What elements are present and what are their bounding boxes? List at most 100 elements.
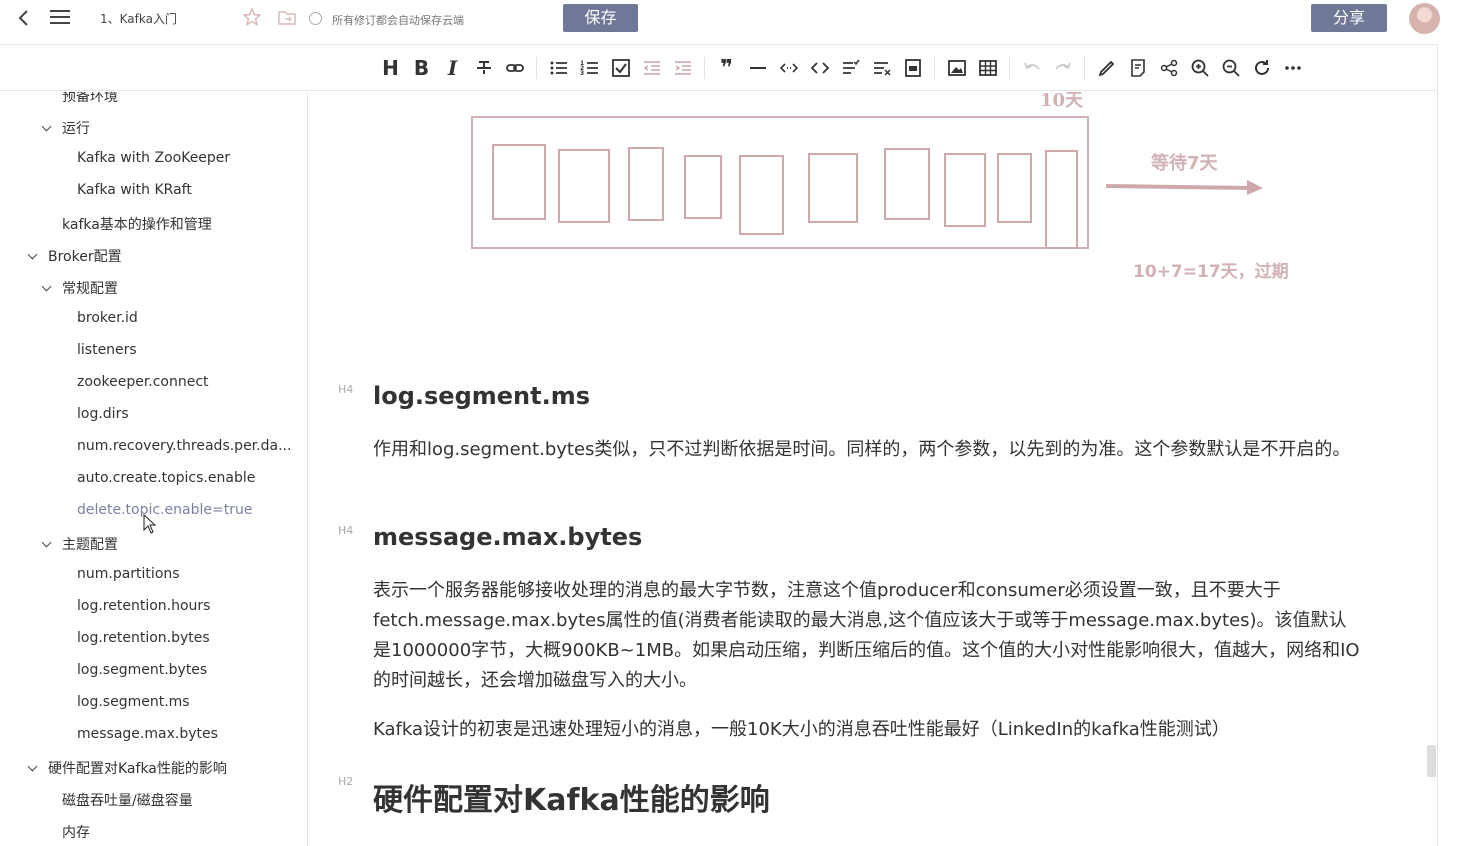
bullet-list-icon[interactable] [543, 55, 574, 81]
document-title: 1、Kafka入门 [100, 12, 177, 26]
outline-item[interactable]: log.dirs [77, 406, 129, 422]
arrow-head-icon [1247, 180, 1263, 195]
autosave-status: 所有修订都会自动保存云端 [332, 14, 464, 27]
outline-item[interactable]: log.segment.bytes [77, 662, 207, 678]
outline-item-hovered[interactable]: delete.topic.enable=true [77, 502, 252, 518]
outline-item[interactable]: auto.create.topics.enable [77, 470, 255, 486]
star-icon[interactable] [242, 7, 262, 27]
editor-content[interactable]: 10天 等待7天 10+7=17天，过期 H4 log.segment.ms 作… [309, 92, 1438, 846]
segment-box [997, 153, 1032, 223]
heading-icon[interactable]: H [375, 55, 406, 81]
outline-item[interactable]: 常规配置 [62, 278, 118, 298]
checklist-icon[interactable] [605, 55, 636, 81]
segment-box [684, 155, 722, 219]
outline-item[interactable]: 磁盘吞吐量/磁盘容量 [62, 790, 193, 810]
section-paragraph: 表示一个服务器能够接收处理的消息的最大字节数，注意这个值producer和con… [373, 580, 1360, 691]
mindmap-icon[interactable] [1153, 55, 1184, 81]
segment-box [808, 153, 858, 223]
outline-item[interactable]: 内存 [62, 822, 90, 842]
toolbar-divider [704, 57, 705, 79]
segment-box [492, 144, 546, 220]
outline-item[interactable]: log.retention.bytes [77, 630, 210, 646]
move-folder-icon[interactable] [278, 9, 296, 25]
outline-item[interactable]: 运行 [62, 118, 90, 138]
toc-icon[interactable] [835, 55, 866, 81]
pen-icon[interactable] [1091, 55, 1122, 81]
menu-icon[interactable] [50, 7, 70, 29]
zoom-out-icon[interactable] [1215, 55, 1246, 81]
outline-item[interactable]: broker.id [77, 310, 138, 326]
link-icon[interactable] [499, 55, 530, 81]
more-icon[interactable] [1277, 55, 1308, 81]
toolbar-divider [1084, 57, 1085, 79]
segment-box [739, 155, 784, 235]
strikethrough-icon[interactable] [468, 55, 499, 81]
heading-level-marker: H2 [338, 775, 354, 788]
active-segment-box [1045, 150, 1078, 249]
section-paragraph: 作用和log.segment.bytes类似，只不过判断依据是时间。同样的，两个… [373, 439, 1351, 460]
diagram-arrow-label: 等待7天 [1151, 152, 1219, 174]
redo-icon[interactable] [1047, 55, 1078, 81]
scrollbar-thumb[interactable] [1427, 745, 1436, 777]
segment-box [944, 153, 986, 227]
outline-item[interactable]: num.recovery.threads.per.da... [77, 438, 291, 454]
quote-icon[interactable]: ❞ [711, 55, 742, 81]
editor-toolbar: H B I 123 ❞ [0, 44, 1438, 91]
code-inline-icon[interactable] [773, 55, 804, 81]
top-bar: 1、Kafka入门 所有修订都会自动保存云端 保存 分享 [0, 0, 1460, 36]
segment-expiry-diagram: 10天 等待7天 10+7=17天，过期 [471, 92, 1289, 282]
outline-item[interactable]: 预备环境 [62, 92, 118, 106]
outline-item[interactable]: kafka基本的操作和管理 [62, 214, 212, 234]
code-block-icon[interactable] [804, 55, 835, 81]
chevron-down-icon[interactable] [42, 283, 52, 293]
outline-item[interactable]: log.segment.ms [77, 694, 190, 710]
diagram-top-label: 10天 [1040, 92, 1084, 111]
back-icon[interactable] [14, 6, 34, 30]
outline-item[interactable]: message.max.bytes [77, 726, 218, 742]
section-paragraph: Kafka设计的初衷是迅速处理短小的消息，一般10K大小的消息吞吐性能最好（Li… [373, 719, 1230, 740]
saved-status-icon [309, 12, 322, 25]
indent-increase-icon[interactable] [667, 55, 698, 81]
chevron-down-icon[interactable] [28, 251, 38, 261]
outline-item[interactable]: Kafka with KRaft [77, 182, 192, 198]
chevron-down-icon[interactable] [42, 539, 52, 549]
italic-icon[interactable]: I [437, 55, 468, 81]
outline-item[interactable]: log.retention.hours [77, 598, 210, 614]
toolbar-divider [934, 57, 935, 79]
chevron-down-icon[interactable] [28, 763, 38, 773]
avatar[interactable] [1409, 3, 1440, 34]
outline-item[interactable]: Kafka with ZooKeeper [77, 150, 230, 166]
section-heading: log.segment.ms [373, 382, 591, 410]
segment-box [628, 147, 664, 221]
numbered-list-icon[interactable]: 123 [574, 55, 605, 81]
export-icon[interactable] [897, 55, 928, 81]
toolbar-divider [536, 57, 537, 79]
bold-icon[interactable]: B [406, 55, 437, 81]
indent-decrease-icon[interactable] [636, 55, 667, 81]
log-container-box [471, 116, 1089, 249]
horizontal-rule-icon[interactable] [742, 55, 773, 81]
outline-item[interactable]: Broker配置 [48, 246, 122, 266]
chevron-down-icon[interactable] [42, 123, 52, 133]
outline-item[interactable]: listeners [77, 342, 137, 358]
heading-level-marker: H4 [338, 524, 354, 537]
segment-box [558, 149, 610, 223]
save-button[interactable]: 保存 [563, 4, 638, 32]
outline-sidebar: 预备环境 运行 Kafka with ZooKeeper Kafka with … [0, 92, 308, 846]
section-heading: message.max.bytes [373, 523, 643, 551]
refresh-icon[interactable] [1246, 55, 1277, 81]
outline-item[interactable]: 硬件配置对Kafka性能的影响 [48, 758, 227, 778]
outline-item[interactable]: 主题配置 [62, 534, 118, 554]
share-button[interactable]: 分享 [1311, 4, 1387, 32]
outline-item[interactable]: zookeeper.connect [77, 374, 209, 390]
outline-item[interactable]: num.partitions [77, 566, 180, 582]
note-icon[interactable] [1122, 55, 1153, 81]
mouse-cursor-icon [143, 514, 157, 534]
image-icon[interactable] [941, 55, 972, 81]
diagram-bottom-label: 10+7=17天，过期 [1133, 262, 1289, 282]
format-clear-icon[interactable] [866, 55, 897, 81]
zoom-in-icon[interactable] [1184, 55, 1215, 81]
table-icon[interactable] [972, 55, 1003, 81]
segment-box [884, 148, 930, 220]
undo-icon[interactable] [1016, 55, 1047, 81]
